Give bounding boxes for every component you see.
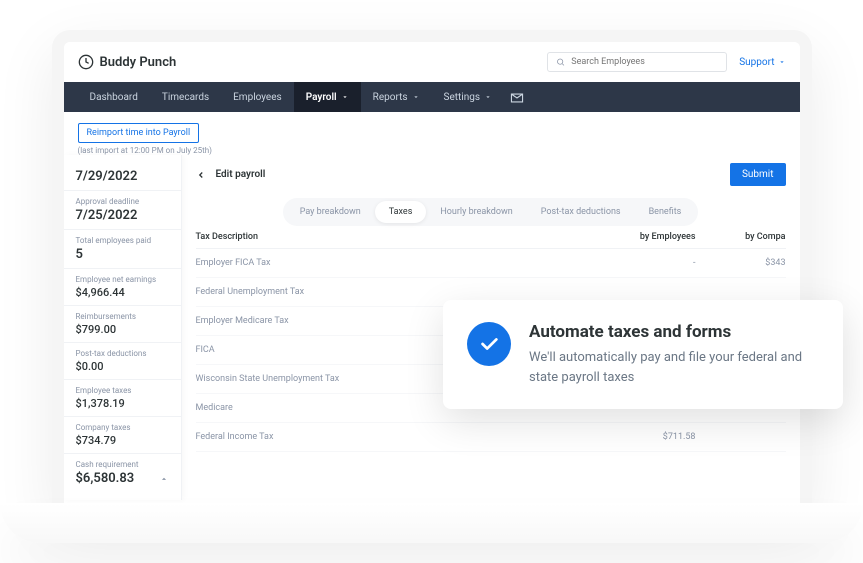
- last-import-note: (last import at 12:00 PM on July 25th): [78, 146, 786, 155]
- cash-req-block: Cash requirement $6,580.83: [64, 454, 181, 492]
- chevron-down-icon: [412, 93, 420, 101]
- back-button[interactable]: [196, 165, 206, 184]
- search-input[interactable]: [571, 57, 718, 67]
- tab-taxes[interactable]: Taxes: [375, 201, 427, 223]
- tabs-wrap: Pay breakdown Taxes Hourly breakdown Pos…: [283, 198, 699, 226]
- reimport-button[interactable]: Reimport time into Payroll: [78, 123, 200, 143]
- panel-title: Edit payroll: [216, 169, 266, 180]
- net-earnings-value: $4,966.44: [76, 286, 169, 299]
- comp-taxes-label: Company taxes: [76, 423, 169, 432]
- approval-label: Approval deadline: [76, 197, 169, 206]
- net-earnings-block: Employee net earnings $4,966.44: [64, 269, 181, 306]
- reimbursements-value: $799.00: [76, 323, 169, 336]
- nav-employees[interactable]: Employees: [221, 82, 294, 112]
- nav-timecards[interactable]: Timecards: [150, 82, 221, 112]
- callout-content: Automate taxes and forms We'll automatic…: [529, 322, 819, 387]
- tab-hourly-breakdown[interactable]: Hourly breakdown: [426, 201, 526, 223]
- total-emp-label: Total employees paid: [76, 236, 169, 245]
- search-input-wrap[interactable]: [547, 52, 727, 72]
- chevron-down-icon: [341, 93, 349, 101]
- reimport-bar: Reimport time into Payroll (last import …: [64, 112, 800, 155]
- posttax-label: Post-tax deductions: [76, 349, 169, 358]
- app-screen: Buddy Punch Support Dashboard Timecards …: [64, 42, 800, 510]
- cash-req-label: Cash requirement: [76, 460, 169, 469]
- comp-taxes-block: Company taxes $734.79: [64, 417, 181, 454]
- table-header: Tax Description by Employees by Compa: [196, 226, 786, 249]
- top-right-group: Support: [547, 52, 785, 72]
- brand-name: Buddy Punch: [100, 55, 177, 70]
- chevron-left-icon: [196, 170, 206, 180]
- clock-icon: [78, 54, 94, 70]
- nav-payroll[interactable]: Payroll: [294, 82, 361, 112]
- device-frame: Buddy Punch Support Dashboard Timecards …: [52, 30, 812, 510]
- comp-taxes-value: $734.79: [76, 434, 169, 447]
- reimbursements-block: Reimbursements $799.00: [64, 306, 181, 343]
- device-base: [0, 503, 863, 543]
- table-row: Employer FICA Tax - $343: [196, 249, 786, 278]
- table-row: Federal Income Tax $711.58: [196, 423, 786, 452]
- chevron-down-icon: [778, 58, 786, 66]
- search-icon: [556, 57, 565, 67]
- chevron-up-icon[interactable]: [159, 474, 169, 484]
- posttax-block: Post-tax deductions $0.00: [64, 343, 181, 380]
- summary-sidebar: 7/29/2022 Approval deadline 7/25/2022 To…: [64, 155, 182, 500]
- emp-taxes-block: Employee taxes $1,378.19: [64, 380, 181, 417]
- tab-benefits[interactable]: Benefits: [635, 201, 696, 223]
- tab-pay-breakdown[interactable]: Pay breakdown: [286, 201, 375, 223]
- mail-icon: [510, 93, 524, 103]
- col-by-company: by Compa: [696, 232, 786, 242]
- support-link[interactable]: Support: [739, 57, 785, 68]
- feature-callout: Automate taxes and forms We'll automatic…: [443, 300, 843, 409]
- nav-dashboard[interactable]: Dashboard: [78, 82, 150, 112]
- approval-date: 7/25/2022: [76, 208, 169, 223]
- total-emp-block: Total employees paid 5: [64, 230, 181, 269]
- chevron-down-icon: [484, 93, 492, 101]
- payroll-date: 7/29/2022: [76, 169, 169, 184]
- tab-posttax-deductions[interactable]: Post-tax deductions: [527, 201, 635, 223]
- reimbursements-label: Reimbursements: [76, 312, 169, 321]
- mail-button[interactable]: [510, 88, 524, 107]
- col-description: Tax Description: [196, 232, 606, 242]
- col-by-employees: by Employees: [606, 232, 696, 242]
- nav-reports[interactable]: Reports: [361, 82, 432, 112]
- payroll-date-block: 7/29/2022: [64, 163, 181, 191]
- posttax-value: $0.00: [76, 360, 169, 373]
- tabs-container: Pay breakdown Taxes Hourly breakdown Pos…: [196, 198, 786, 226]
- emp-taxes-value: $1,378.19: [76, 397, 169, 410]
- total-emp-value: 5: [76, 247, 169, 262]
- main-nav: Dashboard Timecards Employees Payroll Re…: [64, 82, 800, 112]
- support-label: Support: [739, 57, 774, 68]
- emp-taxes-label: Employee taxes: [76, 386, 169, 395]
- brand-logo[interactable]: Buddy Punch: [78, 54, 177, 70]
- panel-header: Edit payroll Submit: [196, 163, 786, 186]
- nav-settings[interactable]: Settings: [432, 82, 505, 112]
- callout-title: Automate taxes and forms: [529, 322, 819, 342]
- cash-req-value: $6,580.83: [76, 471, 135, 486]
- top-bar: Buddy Punch Support: [64, 42, 800, 82]
- submit-button[interactable]: Submit: [730, 163, 786, 186]
- callout-icon-wrap: [467, 322, 511, 366]
- approval-block: Approval deadline 7/25/2022: [64, 191, 181, 230]
- net-earnings-label: Employee net earnings: [76, 275, 169, 284]
- callout-text: We'll automatically pay and file your fe…: [529, 348, 819, 387]
- check-icon: [478, 333, 500, 355]
